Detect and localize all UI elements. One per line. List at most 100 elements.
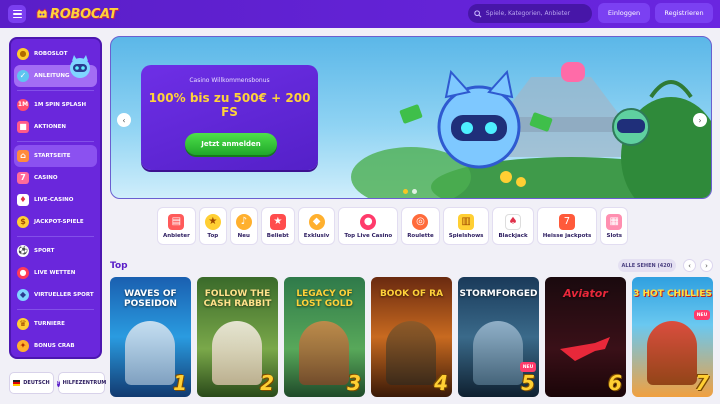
sidebar-item-startseite[interactable]: ⌂ STARTSEITE	[14, 145, 97, 167]
login-button[interactable]: Einloggen	[598, 3, 650, 23]
rank-number: 3	[347, 371, 361, 395]
game-title: BOOK OF RA	[379, 289, 444, 299]
carousel-dot[interactable]	[412, 189, 417, 194]
game-card-waves-of-poseidon[interactable]: WAVES OF POSEIDON 1	[110, 277, 191, 397]
sidebar-item-label: SPORT	[34, 248, 55, 254]
cat-head-icon	[36, 8, 48, 19]
game-card-stormforged[interactable]: STORMFORGED NEU 5	[458, 277, 539, 397]
game-title: FOLLOW THE CASH RABBIT	[203, 289, 272, 309]
sidebar-divider	[17, 90, 94, 91]
game-art	[386, 321, 436, 385]
signup-cta-button[interactable]: Jetzt anmelden	[185, 133, 277, 155]
sidebar-item-label: LIVE-CASINO	[34, 197, 74, 203]
carousel-dot[interactable]	[403, 189, 408, 194]
language-selector[interactable]: DEUTSCH	[9, 372, 54, 394]
virtual-sport-icon: ◆	[17, 289, 29, 301]
category-slots[interactable]: ▦ Slots	[600, 207, 629, 245]
top-header: ROBOCAT Einloggen Registrieren	[0, 0, 720, 28]
rank-number: 7	[695, 371, 709, 395]
home-icon: ⌂	[17, 150, 29, 162]
game-card-legacy-of-lost-gold[interactable]: LEGACY OF LOST GOLD 3	[284, 277, 365, 397]
hamburger-menu-button[interactable]	[8, 5, 26, 23]
sidebar-item-label: STARTSEITE	[34, 153, 71, 159]
search-icon	[474, 9, 482, 18]
hero-prev-arrow[interactable]: ‹	[117, 113, 131, 127]
robocat-logo[interactable]: ROBOCAT	[36, 6, 117, 22]
sidebar-item-anleitung[interactable]: ✓ ANLEITUNG	[14, 55, 97, 87]
game-title: STORMFORGED	[459, 289, 538, 299]
sidebar-item-casino[interactable]: 7 CASINO	[11, 167, 100, 189]
sidebar-item-virtueller-sport[interactable]: ◆ VIRTUELLER SPORT	[11, 284, 100, 306]
category-blackjack[interactable]: ♠ Blackjack	[492, 207, 534, 245]
rank-number: 1	[173, 371, 187, 395]
sidebar-item-bonus-crab[interactable]: ✦ BONUS CRAB	[11, 335, 100, 357]
category-spielshows[interactable]: ▥ Spielshows	[442, 207, 490, 245]
showwheel-icon: ▥	[458, 213, 475, 230]
section-title-top: Top	[110, 261, 128, 271]
chevron-right-icon[interactable]: ›	[700, 259, 713, 272]
sidebar-item-sport[interactable]: ⚽ SPORT	[11, 240, 100, 262]
game-title: Aviator	[563, 287, 608, 300]
game-card-book-of-ra[interactable]: BOOK OF RA 4	[371, 277, 452, 397]
sidebar-item-label: 1M SPIN SPLASH	[34, 102, 87, 108]
guide-icon: ✓	[17, 70, 29, 82]
game-card-follow-the-cash-rabbit[interactable]: FOLLOW THE CASH RABBIT 2	[197, 277, 278, 397]
welcome-bonus-card: Casino Willkommensbonus 100% bis zu 500€…	[141, 65, 318, 170]
new-badge: NEU	[694, 310, 710, 320]
coin-stack-icon: ●	[17, 48, 29, 60]
register-button[interactable]: Registrieren	[655, 3, 713, 23]
help-label: HILFEZENTRUM	[62, 380, 107, 386]
help-center-button[interactable]: ? HILFEZENTRUM	[56, 372, 107, 394]
rank-number: 6	[608, 371, 622, 395]
cards-icon: ♦	[17, 194, 29, 206]
game-art	[125, 321, 175, 385]
category-neu[interactable]: ♪ Neu	[229, 207, 258, 245]
hero-next-arrow[interactable]: ›	[693, 113, 707, 127]
medal-icon: ★	[204, 213, 221, 230]
category-roulette[interactable]: ◎ Roulette	[401, 207, 440, 245]
sidebar-item-label: LIVE WETTEN	[34, 270, 76, 276]
gift-icon: ■	[17, 121, 29, 133]
game-title: LEGACY OF LOST GOLD	[295, 289, 354, 309]
sidebar-item-label: ROBOSLOT	[34, 51, 68, 57]
see-all-button[interactable]: ALLE SEHEN (420)	[618, 259, 676, 272]
search-input[interactable]	[485, 10, 592, 17]
sidebar-item-label: JACKPOT-SPIELE	[34, 219, 84, 225]
game-title: 3 HOT CHILLIES	[633, 289, 712, 299]
game-card-aviator[interactable]: Aviator 6	[545, 277, 626, 397]
category-top-live-casino[interactable]: ● Top Live Casino	[338, 207, 399, 245]
sidebar-item-label: AKTIONEN	[34, 124, 66, 130]
hero-banner[interactable]: Casino Willkommensbonus 100% bis zu 500€…	[110, 36, 712, 199]
category-heisse-jackpots[interactable]: 7 Heisse jackpots	[536, 207, 598, 245]
slot-icon: 7	[17, 172, 29, 184]
game-art	[299, 321, 349, 385]
cards-icon: ♠	[505, 213, 522, 230]
sidebar-item-spin-splash[interactable]: 1M 1M SPIN SPLASH	[11, 94, 100, 116]
sidebar-divider	[17, 309, 94, 310]
game-card-3-hot-chillies[interactable]: 3 HOT CHILLIES NEU 7	[632, 277, 713, 397]
spin-icon: 1M	[17, 99, 29, 111]
rank-number: 4	[434, 371, 448, 395]
category-exklusiv[interactable]: ◆ Exklusiv	[297, 207, 336, 245]
sidebar-item-label: CASINO	[34, 175, 58, 181]
sidebar-item-live-wetten[interactable]: ● LIVE WETTEN	[11, 262, 100, 284]
game-art	[647, 321, 697, 385]
sidebar-item-aktionen[interactable]: ■ AKTIONEN	[11, 116, 100, 138]
search-box[interactable]	[468, 4, 592, 23]
language-label: DEUTSCH	[23, 380, 50, 386]
sidebar-item-turniere[interactable]: ♛ TURNIERE	[11, 313, 100, 335]
sidebar-item-label: TURNIERE	[34, 321, 65, 327]
chevron-left-icon[interactable]: ‹	[683, 259, 696, 272]
top-games-row: WAVES OF POSEIDON 1 FOLLOW THE CASH RABB…	[110, 277, 713, 397]
sidebar-item-live-casino[interactable]: ♦ LIVE-CASINO	[11, 189, 100, 211]
category-top[interactable]: ★ Top	[198, 207, 227, 245]
star-icon: ★	[269, 213, 286, 230]
roulette-icon: ◎	[412, 213, 429, 230]
category-anbieter[interactable]: ▤ Anbieter	[157, 207, 196, 245]
sidebar-nav: ● ROBOSLOT ✓ ANLEITUNG 1M 1M SPIN SPLASH…	[9, 37, 102, 359]
bell-icon: ♪	[235, 213, 252, 230]
category-beliebt[interactable]: ★ Beliebt	[260, 207, 295, 245]
game-title: WAVES OF POSEIDON	[124, 289, 177, 309]
sidebar-item-jackpot[interactable]: $ JACKPOT-SPIELE	[11, 211, 100, 233]
sidebar-item-label: VIRTUELLER SPORT	[34, 292, 94, 298]
